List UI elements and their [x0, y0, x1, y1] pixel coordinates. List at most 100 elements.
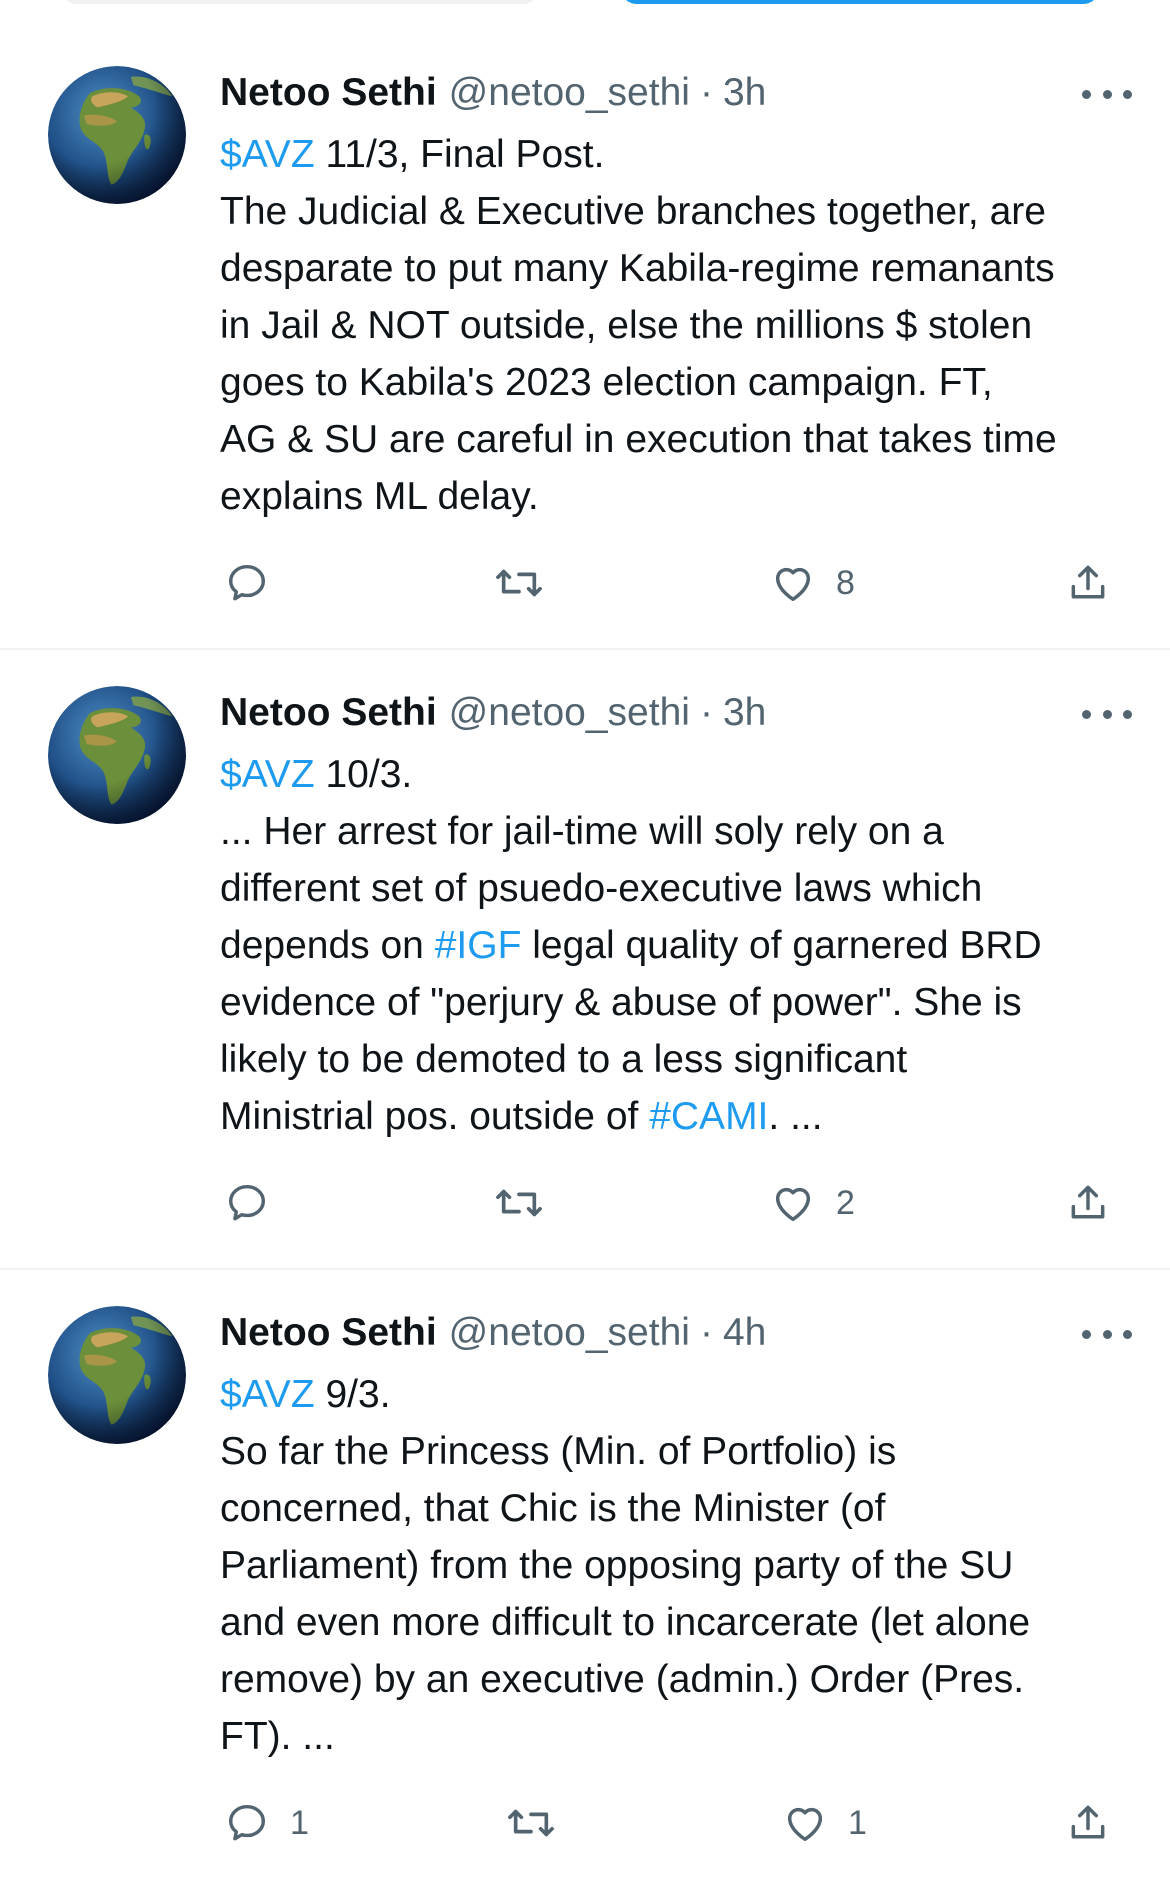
text-segment: legal quality of garnered BRD [521, 924, 1042, 967]
action-bar: 2 [0, 1180, 1170, 1236]
tweet-text-line: ... Her arrest for jail-time will soly r… [220, 803, 1140, 860]
reply-bubble-icon [224, 1800, 270, 1846]
reply-bubble-icon [224, 560, 270, 606]
cashtag-link[interactable]: $AVZ [220, 1373, 315, 1416]
text-segment: depends on [220, 924, 435, 967]
tweet-header: Netoo Sethi @netoo_sethi · 3h [220, 688, 766, 738]
reply-bubble-icon [224, 1180, 270, 1226]
text-segment: explains ML delay. [220, 475, 539, 518]
author-name[interactable]: Netoo Sethi [220, 71, 437, 115]
text-segment: . ... [768, 1095, 823, 1138]
author-handle[interactable]: @netoo_sethi [449, 71, 690, 115]
tweet-text-line: AG & SU are careful in execution that ta… [220, 411, 1140, 468]
author-handle[interactable]: @netoo_sethi [449, 691, 690, 735]
tweet-text-line: evidence of "perjury & abuse of power". … [220, 974, 1140, 1031]
cashtag-link[interactable]: $AVZ [220, 753, 315, 796]
tweet-text-line: $AVZ 9/3. [220, 1366, 1140, 1423]
tweet-header: Netoo Sethi @netoo_sethi · 4h [220, 1308, 766, 1358]
like-button[interactable]: 8 [770, 560, 855, 606]
tweet-text-line: explains ML delay. [220, 468, 1140, 525]
share-upload-icon [1066, 560, 1110, 606]
like-count: 1 [848, 1803, 867, 1842]
tweet-text-line: The Judicial & Executive branches togeth… [220, 183, 1140, 240]
like-count: 2 [836, 1183, 855, 1222]
cashtag-link[interactable]: $AVZ [220, 133, 315, 176]
retweet-button[interactable] [494, 1180, 564, 1226]
text-segment: goes to Kabila's 2023 election campaign.… [220, 361, 993, 404]
text-segment: evidence of "perjury & abuse of power". … [220, 981, 1022, 1024]
author-name[interactable]: Netoo Sethi [220, 1311, 437, 1355]
tweet-text-line: $AVZ 10/3. [220, 746, 1140, 803]
tweet-text: $AVZ 10/3. ... Her arrest for jail-time w… [220, 746, 1140, 1145]
retweet-button[interactable] [506, 1800, 576, 1846]
text-segment: AG & SU are careful in execution that ta… [220, 418, 1057, 461]
author-handle[interactable]: @netoo_sethi [449, 1311, 690, 1355]
earth-globe-icon [48, 1306, 186, 1444]
timestamp[interactable]: 3h [723, 691, 766, 735]
avatar[interactable] [48, 686, 186, 824]
text-segment: Parliament) from the opposing party of t… [220, 1544, 1014, 1587]
reply-button[interactable] [224, 560, 290, 606]
text-segment: in Jail & NOT outside, else the millions… [220, 304, 1033, 347]
share-button[interactable] [1066, 1180, 1110, 1226]
tweet-text-line: concerned, that Chic is the Minister (of [220, 1480, 1140, 1537]
tweet-text-line: depends on #IGF legal quality of garnere… [220, 917, 1140, 974]
tweet-item[interactable]: Netoo Sethi @netoo_sethi · 3h $AVZ 11/3,… [0, 0, 1170, 648]
more-dots-icon[interactable] [1082, 1322, 1132, 1346]
text-segment: desparate to put many Kabila-regime rema… [220, 247, 1055, 290]
text-segment: So far the Princess (Min. of Portfolio) … [220, 1430, 897, 1473]
avatar[interactable] [48, 66, 186, 204]
heart-icon [770, 1180, 816, 1226]
avatar[interactable] [48, 1306, 186, 1444]
text-segment: 10/3. [314, 753, 413, 796]
share-button[interactable] [1066, 1800, 1110, 1846]
text-segment: 9/3. [314, 1373, 391, 1416]
tweet-text-line: $AVZ 11/3, Final Post. [220, 126, 1140, 183]
retweet-icon [494, 1180, 544, 1226]
like-button[interactable]: 1 [782, 1800, 867, 1846]
author-name[interactable]: Netoo Sethi [220, 691, 437, 735]
text-segment: ... Her arrest for jail-time will soly r… [220, 810, 944, 853]
hashtag-link[interactable]: #IGF [435, 924, 522, 967]
retweet-icon [494, 560, 544, 606]
tweet-text-line: FT). ... [220, 1708, 1140, 1765]
tweet-text-line: different set of psuedo-executive laws w… [220, 860, 1140, 917]
more-dots-icon[interactable] [1082, 702, 1132, 726]
share-button[interactable] [1066, 560, 1110, 606]
timestamp[interactable]: 3h [723, 71, 766, 115]
retweet-icon [506, 1800, 556, 1846]
share-upload-icon [1066, 1800, 1110, 1846]
timestamp[interactable]: 4h [723, 1311, 766, 1355]
tweet-text-line: likely to be demoted to a less significa… [220, 1031, 1140, 1088]
tweet-text: $AVZ 9/3. So far the Princess (Min. of Po… [220, 1366, 1140, 1765]
tweet-item[interactable]: Netoo Sethi @netoo_sethi · 3h $AVZ 10/3.… [0, 650, 1170, 1266]
text-segment: and even more difficult to incarcerate (… [220, 1601, 1031, 1644]
tweet-item[interactable]: Netoo Sethi @netoo_sethi · 4h $AVZ 9/3. S… [0, 1270, 1170, 1890]
text-segment: likely to be demoted to a less significa… [220, 1038, 908, 1081]
like-count: 8 [836, 563, 855, 602]
separator-dot: · [699, 1311, 713, 1354]
tweet-text-line: So far the Princess (Min. of Portfolio) … [220, 1423, 1140, 1480]
tweet-text-line: in Jail & NOT outside, else the millions… [220, 297, 1140, 354]
reply-count: 1 [290, 1803, 309, 1842]
separator-dot: · [699, 691, 713, 734]
reply-button[interactable] [224, 1180, 290, 1226]
tweet-text-line: remove) by an executive (admin.) Order (… [220, 1651, 1140, 1708]
retweet-button[interactable] [494, 560, 564, 606]
earth-globe-icon [48, 66, 186, 204]
tweet-text-line: Ministrial pos. outside of #CAMI. ... [220, 1088, 1140, 1145]
hashtag-link[interactable]: #CAMI [649, 1095, 768, 1138]
text-segment: The Judicial & Executive branches togeth… [220, 190, 1046, 233]
text-segment: remove) by an executive (admin.) Order (… [220, 1658, 1025, 1701]
tweet-text: $AVZ 11/3, Final Post. The Judicial & Exe… [220, 126, 1140, 525]
separator-dot: · [699, 71, 713, 114]
reply-button[interactable]: 1 [224, 1800, 309, 1846]
tweet-text-line: desparate to put many Kabila-regime rema… [220, 240, 1140, 297]
action-bar: 1 1 [0, 1800, 1170, 1856]
text-segment: different set of psuedo-executive laws w… [220, 867, 983, 910]
tweet-text-line: and even more difficult to incarcerate (… [220, 1594, 1140, 1651]
like-button[interactable]: 2 [770, 1180, 855, 1226]
earth-globe-icon [48, 686, 186, 824]
text-segment: 11/3, Final Post. [314, 133, 605, 176]
more-dots-icon[interactable] [1082, 82, 1132, 106]
